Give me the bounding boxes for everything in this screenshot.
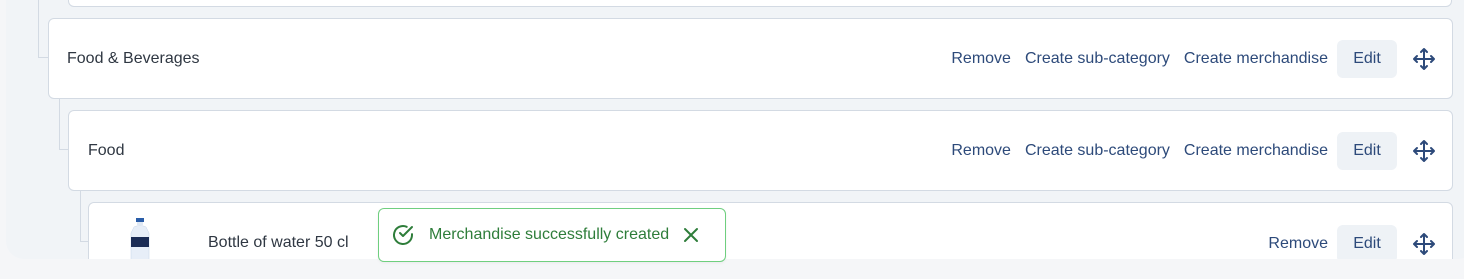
move-icon[interactable] (1412, 139, 1436, 163)
create-merchandise-button[interactable]: Create merchandise (1184, 142, 1328, 160)
edit-button[interactable]: Edit (1337, 39, 1397, 78)
category-title: Food (88, 141, 125, 159)
toast-message: Merchandise successfully created (429, 226, 670, 243)
merchandise-title: Bottle of water 50 cl (208, 234, 349, 251)
check-circle-icon (391, 223, 415, 247)
move-icon[interactable] (1412, 47, 1436, 71)
remove-button[interactable]: Remove (951, 142, 1011, 160)
create-sub-category-button[interactable]: Create sub-category (1025, 142, 1170, 160)
page-background-strip (0, 259, 1464, 279)
category-title: Food & Beverages (67, 49, 200, 67)
move-icon[interactable] (1412, 232, 1436, 256)
success-toast: Merchandise successfully created (378, 208, 726, 262)
water-bottle-image (130, 218, 149, 263)
edit-button[interactable]: Edit (1337, 224, 1397, 263)
remove-button[interactable]: Remove (1268, 235, 1328, 253)
create-sub-category-button[interactable]: Create sub-category (1025, 50, 1170, 68)
category-card-food-beverages: Food & Beverages Remove Create sub-categ… (48, 18, 1453, 99)
close-icon[interactable] (681, 225, 701, 245)
category-card-food: Food Remove Create sub-category Create m… (68, 110, 1453, 191)
create-merchandise-button[interactable]: Create merchandise (1184, 50, 1328, 68)
category-actions: Remove Create sub-category Create mercha… (937, 111, 1436, 190)
remove-button[interactable]: Remove (951, 50, 1011, 68)
edit-button[interactable]: Edit (1337, 131, 1397, 170)
category-actions: Remove Create sub-category Create mercha… (937, 19, 1436, 98)
category-card-above (68, 0, 1452, 7)
